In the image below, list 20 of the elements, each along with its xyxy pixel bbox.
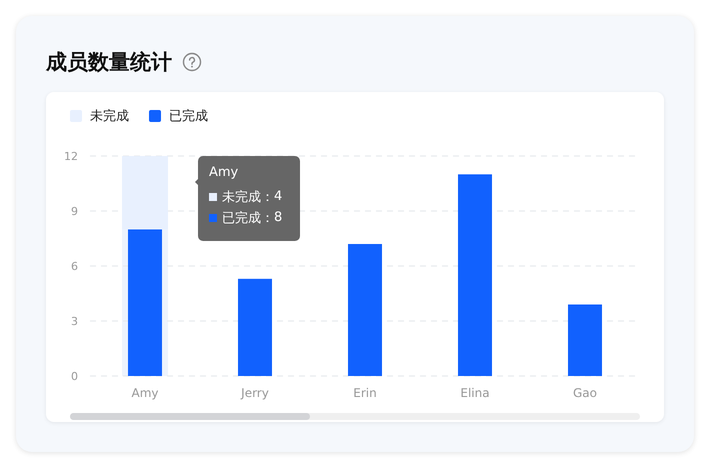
tooltip-value: 4 xyxy=(274,189,282,204)
tooltip-value: 8 xyxy=(274,210,282,225)
scrollbar-thumb[interactable] xyxy=(70,413,310,420)
axis-label: Gao xyxy=(573,386,597,400)
axis-label: 0 xyxy=(71,370,78,383)
axis-label: Amy xyxy=(132,386,158,400)
legend-item[interactable]: 未完成 xyxy=(70,111,129,121)
tooltip-title: Amy xyxy=(209,165,240,180)
axis-label: 12 xyxy=(64,150,78,163)
axis-label: 3 xyxy=(71,315,78,328)
axis-label: 9 xyxy=(71,205,78,218)
axis-label: Elina xyxy=(460,386,490,400)
tooltip-label: 已完成： xyxy=(222,210,274,226)
help-icon[interactable] xyxy=(182,52,202,72)
legend-item[interactable]: 已完成 xyxy=(149,111,208,121)
axis-label: 6 xyxy=(71,260,78,273)
tooltip-label: 未完成： xyxy=(222,188,274,206)
axis-label: Jerry xyxy=(241,386,269,400)
axis-label: Erin xyxy=(353,386,377,400)
card-title: 成员数量统计 xyxy=(46,49,172,76)
